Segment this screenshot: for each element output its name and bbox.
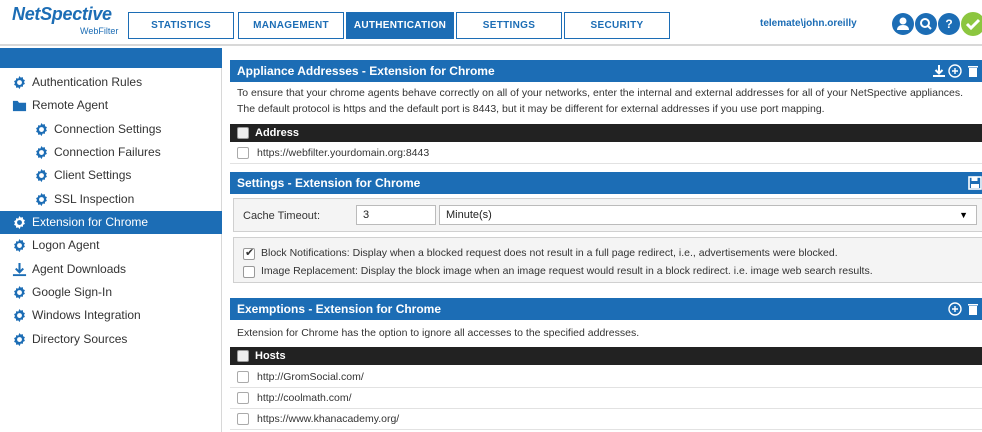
cache-timeout-unit-value: Minute(s) [446,209,492,221]
sidebar-header [0,48,222,68]
appliance-panel-title: Appliance Addresses - Extension for Chro… [237,64,495,78]
sidebar-item-label: Windows Integration [32,308,141,322]
appliance-panel-header: Appliance Addresses - Extension for Chro… [230,60,982,82]
sidebar-item-windows-integration[interactable]: Windows Integration [0,304,222,327]
row-checkbox[interactable] [237,147,249,159]
cache-timeout-box: Cache Timeout: 3 Minute(s) ▼ [233,198,982,232]
dropdown-arrow-icon: ▼ [959,210,968,220]
trash-icon[interactable] [966,64,980,78]
sidebar-item-ssl-inspection[interactable]: SSL Inspection [0,188,222,211]
cache-timeout-unit-select[interactable]: Minute(s) ▼ [439,205,977,225]
sidebar-item-label: Directory Sources [32,332,128,346]
sidebar-item-label: Connection Settings [54,122,162,136]
select-all-checkbox[interactable] [237,350,249,362]
row-checkbox[interactable] [237,413,249,425]
logo[interactable]: NetSpective WebFilter [12,4,122,42]
tab-settings[interactable]: SETTINGS [456,12,562,39]
sidebar-item-label: Logon Agent [32,238,100,252]
appliance-desc-line1: To ensure that your chrome agents behave… [237,87,964,99]
address-column-header: Address [230,124,982,142]
settings-panel-header: Settings - Extension for Chrome [230,172,982,194]
add-icon[interactable] [948,302,962,316]
sidebar-item-agent-downloads[interactable]: Agent Downloads [0,258,222,281]
sidebar-item-authentication-rules[interactable]: Authentication Rules [0,71,222,94]
user-icon[interactable] [892,13,914,35]
exemptions-panel-title: Exemptions - Extension for Chrome [237,302,442,316]
top-bar: NetSpective WebFilter STATISTICS MANAGEM… [0,0,982,46]
brand-name: NetSpective [12,4,112,24]
sidebar-item-connection-failures[interactable]: Connection Failures [0,141,222,164]
sidebar-item-label: Remote Agent [32,98,109,112]
select-all-checkbox[interactable] [237,127,249,139]
exemptions-panel-header: Exemptions - Extension for Chrome [230,298,982,320]
settings-panel-title: Settings - Extension for Chrome [237,176,421,190]
appliance-description: To ensure that your chrome agents behave… [230,85,982,117]
sidebar-item-connection-settings[interactable]: Connection Settings [0,118,222,141]
image-replacement-checkbox[interactable] [243,266,255,278]
sidebar-item-client-settings[interactable]: Client Settings [0,164,222,187]
address-value: https://webfilter.yourdomain.org:8443 [257,147,430,159]
sidebar-item-label: Google Sign-In [32,285,113,299]
sidebar-item-extension-for-chrome[interactable]: Extension for Chrome [0,211,222,234]
download-icon [12,262,27,277]
cache-timeout-label: Cache Timeout: [243,210,321,222]
sidebar-item-label: Client Settings [54,168,132,182]
row-checkbox[interactable] [237,371,249,383]
table-row[interactable]: http://GromSocial.com/ [230,367,982,388]
sidebar-item-label: Connection Failures [54,145,161,159]
gear-icon [14,285,25,300]
exemptions-description: Extension for Chrome has the option to i… [237,327,640,339]
tab-security[interactable]: SECURITY [564,12,670,39]
sidebar-item-directory-sources[interactable]: Directory Sources [0,328,222,351]
cache-timeout-input[interactable]: 3 [356,205,436,225]
block-notifications-checkbox[interactable] [243,246,255,260]
sidebar-item-label: SSL Inspection [54,192,135,206]
address-column-label: Address [255,127,300,139]
brand-sub: WebFilter [80,26,119,36]
status-ok-icon[interactable] [961,12,982,36]
sidebar-item-label: Authentication Rules [32,75,143,89]
host-value: http://coolmath.com/ [257,392,352,404]
gear-icon [36,122,47,137]
trash-icon[interactable] [966,302,980,316]
sidebar-item-google-sign-in[interactable]: Google Sign-In [0,281,222,304]
sidebar-item-label: Agent Downloads [32,262,127,276]
sidebar-item-remote-agent[interactable]: Remote Agent [0,94,222,117]
image-replacement-label: Image Replacement: Display the block ima… [261,265,873,277]
sidebar-item-logon-agent[interactable]: Logon Agent [0,234,222,257]
tab-management[interactable]: MANAGEMENT [238,12,344,39]
notification-options-box: Block Notifications: Display when a bloc… [233,237,982,283]
host-value: https://www.khanacademy.org/ [257,413,400,425]
hosts-column-label: Hosts [255,350,286,362]
table-row[interactable]: https://www.khanacademy.org/ [230,409,982,430]
gear-icon [14,332,25,347]
host-value: http://GromSocial.com/ [257,371,364,383]
table-row[interactable]: https://webfilter.yourdomain.org:8443 [230,143,982,164]
gear-icon [36,192,47,207]
hosts-column-header: Hosts [230,347,982,365]
sidebar-item-label: Extension for Chrome [32,215,149,229]
appliance-desc-line2: The default protocol is https and the de… [237,103,825,115]
gear-icon [14,75,25,90]
gear-icon [14,238,25,253]
tab-statistics[interactable]: STATISTICS [128,12,234,39]
gear-icon [36,145,47,160]
save-icon[interactable] [968,176,982,190]
block-notifications-label: Block Notifications: Display when a bloc… [261,247,838,259]
gear-icon [36,168,47,183]
table-row[interactable]: http://coolmath.com/ [230,388,982,409]
help-icon[interactable]: ? [938,13,960,35]
row-checkbox[interactable] [237,392,249,404]
tab-authentication[interactable]: AUTHENTICATION [346,12,454,39]
search-icon[interactable] [915,13,937,35]
folder-icon [12,100,27,112]
gear-icon [14,308,25,323]
add-icon[interactable] [948,64,962,78]
user-name[interactable]: telemate\john.oreilly [760,18,857,29]
gear-icon [14,215,25,230]
download-icon[interactable] [932,64,946,78]
